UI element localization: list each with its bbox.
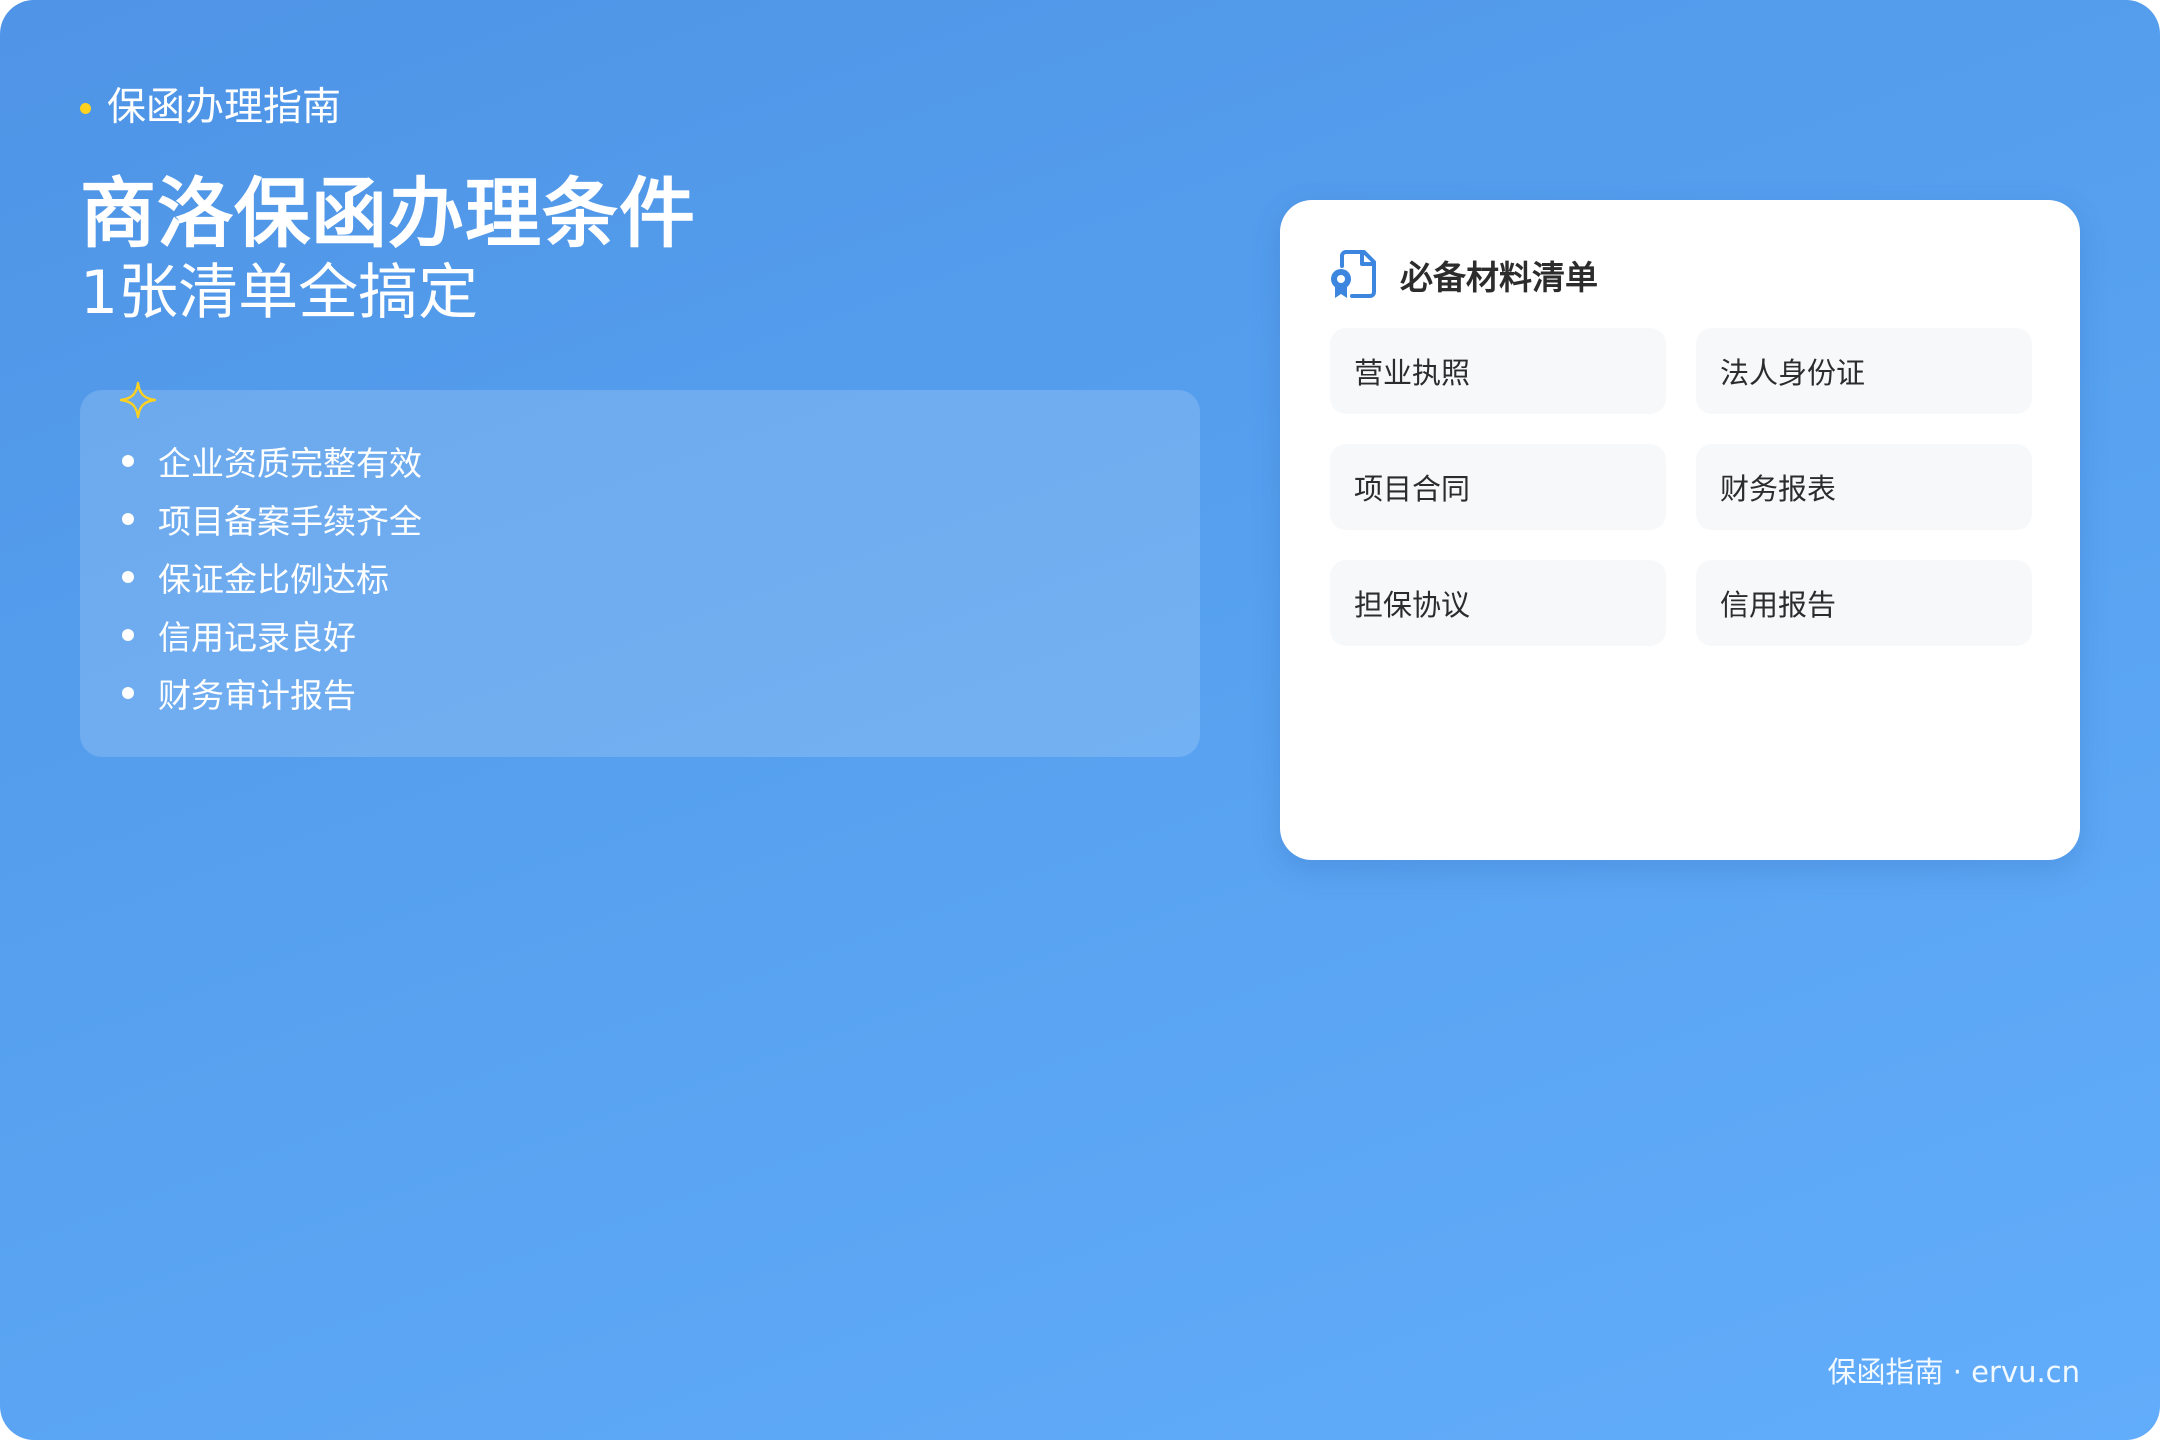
condition-text: 项目备案手续齐全 [158, 502, 422, 541]
condition-text: 信用记录良好 [158, 618, 356, 657]
material-item: 营业执照 [1330, 328, 1666, 414]
page-subtitle: 1张清单全搞定 [80, 258, 479, 328]
materials-grid: 营业执照 法人身份证 项目合同 财务报表 担保协议 信用报告 [1330, 328, 2032, 646]
material-label: 担保协议 [1354, 588, 1471, 622]
material-item: 担保协议 [1330, 560, 1666, 646]
condition-item: 企业资质完整有效 [122, 432, 422, 490]
material-label: 营业执照 [1354, 356, 1471, 390]
conditions-card: 企业资质完整有效 项目备案手续齐全 保证金比例达标 信用记录良好 财务审计报告 [80, 381, 1200, 757]
page-canvas: 保函办理指南 商洛保函办理条件 1张清单全搞定 企业资质完整有效 项目备案手续齐… [0, 0, 2160, 1440]
material-item: 项目合同 [1330, 444, 1666, 530]
material-label: 财务报表 [1720, 472, 1837, 506]
footer-text: 保函指南 · ervu.cn [1827, 1355, 2080, 1389]
material-item: 信用报告 [1696, 560, 2032, 646]
material-label: 项目合同 [1354, 472, 1471, 506]
page-title: 商洛保函办理条件 [80, 169, 696, 258]
bullet-icon [122, 687, 134, 699]
kicker: 保函办理指南 [80, 84, 341, 132]
condition-item: 保证金比例达标 [122, 548, 422, 606]
condition-text: 保证金比例达标 [158, 560, 389, 599]
materials-card: 必备材料清单 营业执照 法人身份证 项目合同 财务报表 担保协议 信用报告 [1280, 200, 2080, 860]
condition-item: 财务审计报告 [122, 664, 422, 722]
kicker-text: 保函办理指南 [107, 85, 342, 130]
material-label: 法人身份证 [1720, 356, 1866, 390]
conditions-list: 企业资质完整有效 项目备案手续齐全 保证金比例达标 信用记录良好 财务审计报告 [122, 432, 422, 722]
material-label: 信用报告 [1720, 588, 1837, 622]
condition-text: 企业资质完整有效 [158, 444, 422, 483]
bullet-icon [122, 571, 134, 583]
condition-item: 项目备案手续齐全 [122, 490, 422, 548]
bullet-icon [122, 455, 134, 467]
materials-card-header: 必备材料清单 [1328, 248, 1598, 302]
sparkle-icon [119, 381, 157, 419]
condition-text: 财务审计报告 [158, 676, 356, 715]
material-item: 财务报表 [1696, 444, 2032, 530]
condition-item: 信用记录良好 [122, 606, 422, 664]
kicker-dot-icon [80, 102, 91, 114]
materials-card-title: 必备材料清单 [1400, 258, 1598, 297]
bullet-icon [122, 629, 134, 641]
material-item: 法人身份证 [1696, 328, 2032, 414]
bullet-icon [122, 513, 134, 525]
document-certificate-icon [1331, 250, 1376, 298]
